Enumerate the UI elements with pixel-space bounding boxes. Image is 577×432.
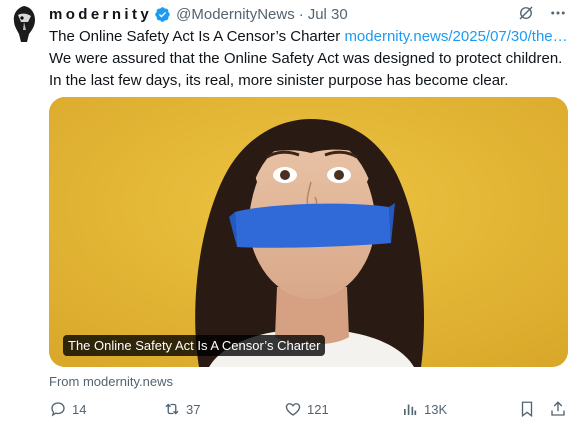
card-image [49, 97, 568, 367]
card-source[interactable]: From modernity.news [49, 374, 173, 389]
repost-icon [165, 403, 179, 415]
repost-button[interactable]: 37 [163, 400, 200, 418]
bookmark-button[interactable] [518, 400, 536, 418]
grok-icon[interactable] [517, 4, 535, 22]
like-count: 121 [307, 401, 329, 417]
tweet-date[interactable]: Jul 30 [308, 6, 348, 23]
author-name[interactable]: modernity [49, 6, 152, 23]
views-icon [404, 404, 417, 415]
tweet-text: The Online Safety Act Is A Censor’s Char… [49, 26, 571, 92]
verified-badge-icon [154, 6, 171, 23]
share-button[interactable] [549, 400, 567, 418]
header-separator: · [298, 5, 304, 23]
tweet-text-line-1: The Online Safety Act Is A Censor’s Char… [49, 26, 571, 48]
article-link[interactable]: modernity.news/2025/07/30/the… [344, 28, 567, 45]
reply-count: 14 [72, 401, 87, 417]
like-button[interactable]: 121 [284, 400, 329, 418]
views-button[interactable]: 13K [401, 400, 447, 418]
tweet-header: modernity @ModernityNews · Jul 30 [49, 3, 348, 25]
card-caption: The Online Safety Act Is A Censor’s Char… [63, 335, 326, 356]
heart-icon [285, 403, 301, 416]
tweet-text-line-3: In the last few days, its real, more sin… [49, 72, 509, 89]
tweet-title-text: The Online Safety Act Is A Censor’s Char… [49, 28, 345, 45]
bookmark-icon [521, 401, 533, 418]
share-icon [551, 401, 565, 416]
avatar[interactable] [8, 4, 41, 44]
repost-count: 37 [186, 401, 201, 417]
reply-icon [51, 402, 65, 417]
more-icon[interactable] [549, 4, 567, 22]
tweet-text-line-2: We were assured that the Online Safety A… [49, 50, 563, 67]
author-handle[interactable]: @ModernityNews [176, 6, 295, 23]
top-icons [517, 4, 567, 22]
link-card[interactable]: The Online Safety Act Is A Censor’s Char… [49, 97, 568, 367]
views-count: 13K [424, 401, 448, 417]
action-bar: 14 37 121 13K [49, 400, 569, 424]
reply-button[interactable]: 14 [49, 400, 86, 418]
